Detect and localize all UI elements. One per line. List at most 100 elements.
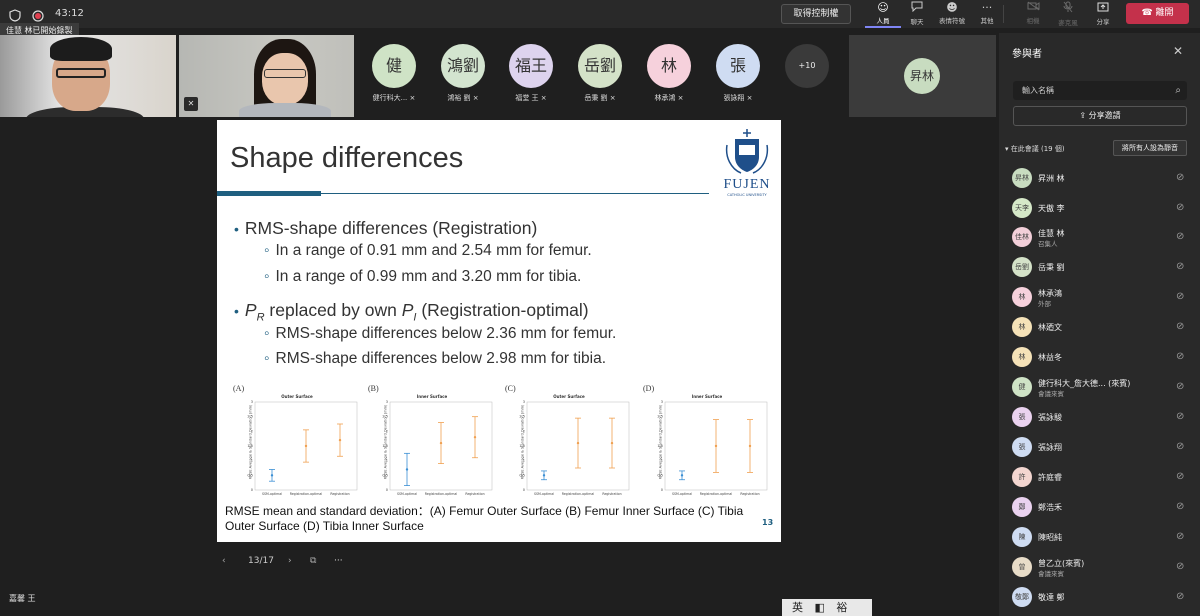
participant-name: 天傲 李	[1038, 204, 1065, 213]
panel-label: (C)	[505, 384, 516, 393]
participant-row[interactable]: 佳林 佳慧 林召集人 ⊘	[1012, 227, 1192, 255]
participant-row[interactable]: 敬鄭 敬達 鄭 ⊘	[1012, 587, 1192, 615]
share-button[interactable]: 分享	[1085, 0, 1121, 28]
in-meeting-section[interactable]: ▾ 在此會議 (19 個)	[1005, 144, 1065, 154]
avatar: 敬鄭	[1012, 587, 1032, 607]
participant-role: 召集人	[1038, 240, 1058, 248]
leave-button[interactable]: ☎ 離開	[1126, 3, 1189, 24]
presenter-name: 嘉馨 王	[9, 594, 36, 603]
participant-name: 昇洲 林	[1038, 174, 1065, 183]
participant-row[interactable]: 陳陳昭純 ⊘	[1012, 527, 1192, 555]
mic-off-icon: ⊘	[1176, 231, 1185, 242]
mean-point	[610, 441, 614, 445]
share-invite-label: 分享邀請	[1088, 111, 1121, 120]
search-icon: ⌕	[1175, 85, 1181, 96]
gallery-participant[interactable]: 健 健行科大... ⨯	[364, 44, 424, 103]
participant-row[interactable]: 林林廼文 ⊘	[1012, 317, 1192, 345]
panel-ylabel: RMSE Average & Standard Deviation (mm)	[383, 404, 388, 480]
avatar: 福王	[509, 44, 553, 88]
video-tile-1[interactable]	[0, 35, 176, 117]
x-tick-label: Registration-optimal	[562, 492, 595, 496]
mute-all-button[interactable]: 將所有人設為靜音	[1113, 140, 1187, 156]
participant-name: 許庭睿	[1038, 473, 1062, 482]
close-icon[interactable]: ✕	[1173, 44, 1183, 58]
gallery-participant[interactable]: 岳劉 岳秉 劉 ⨯	[570, 44, 630, 103]
participant-name: 張詠翔 ⨯	[723, 94, 753, 102]
ime-toolbar[interactable]: 英 ◧ 裕 ⚙	[782, 599, 872, 616]
panel-title: Outer Surface	[281, 394, 313, 399]
participant-name: 林益冬	[1038, 353, 1062, 362]
avatar: 岳劉	[1012, 257, 1032, 277]
glasses	[56, 68, 106, 78]
grid-view-icon[interactable]: ⧉	[310, 556, 316, 566]
mic-off-icon: ⨯	[746, 94, 753, 102]
overflow-participants-button[interactable]: +10	[785, 44, 829, 88]
mean-point	[542, 474, 546, 477]
x-tick-label: Registration-optimal	[700, 492, 733, 496]
avatar: 林	[1012, 317, 1032, 337]
participant-row[interactable]: 鄭鄭浩禾 ⊘	[1012, 497, 1192, 525]
share-invite-button[interactable]: ⇪ 分享邀請	[1013, 106, 1187, 126]
participant-row[interactable]: 曾曾乙立(來賓) 會議來賓 ⊘	[1012, 557, 1192, 585]
mean-point	[576, 441, 580, 445]
mic-off-icon: ⊘	[1176, 202, 1185, 213]
chart-panel-c: (C) Outer Surface RMSE Average & Standar…	[505, 380, 633, 505]
university-logo: FUJEN CATHOLIC UNIVERSITY	[717, 125, 777, 197]
participant-name: 林廼文	[1038, 323, 1062, 332]
participant-row[interactable]: 張張詠翔 ⊘	[1012, 437, 1192, 465]
panel-title: Inner Surface	[691, 394, 723, 399]
participant-row[interactable]: 許許庭睿 ⊘	[1012, 467, 1192, 495]
leave-label: 離開	[1155, 8, 1174, 18]
more-options-icon[interactable]: ···	[334, 556, 343, 566]
share-invite-icon: ⇪	[1079, 111, 1087, 120]
camera-button[interactable]: 相機	[1015, 0, 1051, 28]
camera-off-icon	[1015, 1, 1051, 15]
participant-role: 會議來賓	[1038, 570, 1064, 578]
participant-row[interactable]: 張張詠駿 ⊘	[1012, 407, 1192, 435]
mic-off-icon: ⊘	[1176, 591, 1185, 602]
mic-off-icon	[1050, 1, 1086, 17]
people-button[interactable]: ☺ 人員	[865, 0, 901, 28]
gallery-participant[interactable]: 張 張詠翔 ⨯	[708, 44, 768, 103]
avatar: 天李	[1012, 198, 1032, 218]
mic-off-icon: ⨯	[540, 94, 547, 102]
panel-ylabel: RMSE Average & Standard Deviation (mm)	[248, 404, 253, 480]
participant-row[interactable]: 林林承鴻 外部 ⊘	[1012, 287, 1192, 315]
video-tile-3[interactable]: 昇林	[849, 35, 996, 117]
mean-point	[680, 474, 684, 477]
avatar: 許	[1012, 467, 1032, 487]
mic-off-icon: ⨯	[409, 94, 416, 102]
x-tick-label: SSM-optimal	[397, 492, 417, 496]
next-slide-icon[interactable]: ›	[288, 556, 292, 566]
mic-button[interactable]: 麥克風	[1050, 0, 1086, 28]
mic-off-icon: ⨯	[472, 94, 479, 102]
participant-row[interactable]: 健健行科大_詹大德... (來賓) 會議來賓 ⊘	[1012, 377, 1192, 405]
share-icon	[1085, 1, 1121, 16]
mean-point	[473, 436, 477, 439]
bullet-2: PR replaced by own PI (Registration-opti…	[234, 300, 589, 324]
x-tick-label: Registration	[740, 492, 759, 496]
participant-row[interactable]: 岳劉 岳秉 劉 ⊘	[1012, 257, 1192, 285]
mic-off-icon: ⊘	[1176, 172, 1185, 183]
muted-mic-icon: ✕	[184, 97, 198, 111]
prev-slide-icon[interactable]: ‹	[222, 556, 226, 566]
participant-row[interactable]: 天李 天傲 李 ⊘	[1012, 198, 1192, 226]
hangup-icon: ☎	[1141, 8, 1153, 18]
gallery-participant[interactable]: 鴻劉 鴻裕 劉 ⨯	[433, 44, 493, 103]
camera-label: 相機	[1026, 17, 1040, 25]
participant-row[interactable]: 林林益冬 ⊘	[1012, 347, 1192, 375]
figure-caption: RMSE mean and standard deviation：(A) Fem…	[225, 504, 744, 533]
chat-button[interactable]: 聊天	[899, 0, 935, 28]
more-button[interactable]: ··· 其他	[969, 0, 1005, 28]
search-placeholder: 輸入名稱	[1022, 86, 1054, 95]
video-tile-2[interactable]	[179, 35, 354, 117]
reactions-button[interactable]: ☻ 表情符號	[934, 0, 970, 28]
person-body	[239, 103, 331, 117]
slide-counter: 13/17	[248, 556, 274, 566]
person-face	[262, 53, 308, 105]
participant-row[interactable]: 昇林 昇洲 林 ⊘	[1012, 168, 1192, 196]
take-control-button[interactable]: 取得控制權	[781, 4, 851, 24]
gallery-participant[interactable]: 福王 福堂 王 ⨯	[501, 44, 561, 103]
participant-search-input[interactable]: 輸入名稱 ⌕	[1013, 81, 1187, 100]
gallery-participant[interactable]: 林 林承鴻 ⨯	[639, 44, 699, 103]
